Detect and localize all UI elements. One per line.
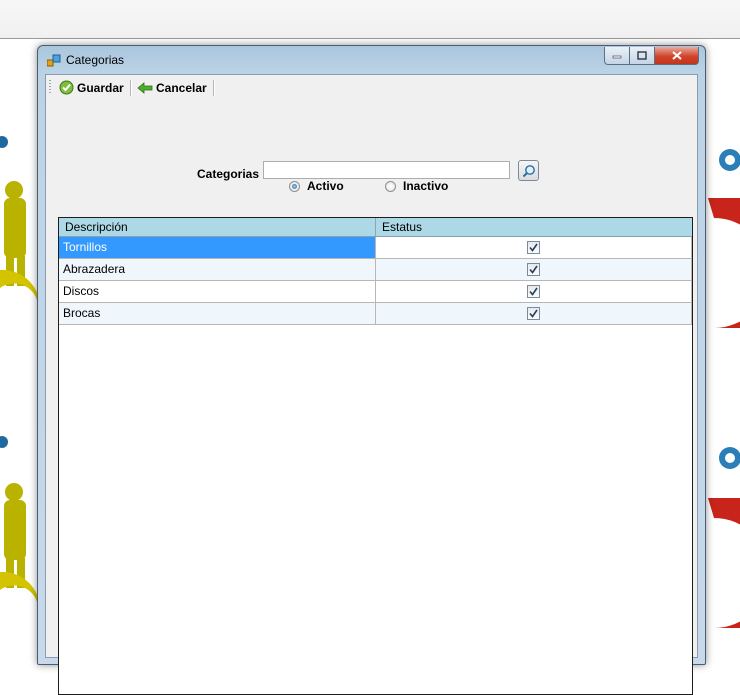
window-title: Categorias [66,53,125,67]
minimize-button[interactable] [604,47,630,65]
radio-activo-label: Activo [307,179,344,193]
estatus-checkbox[interactable] [527,307,540,320]
minimize-icon [612,55,622,58]
cancel-label: Cancelar [156,80,207,95]
search-button[interactable] [518,160,539,181]
title-bar[interactable]: Categorias [38,46,705,74]
radio-activo-dot[interactable] [289,180,300,192]
cell-descripcion[interactable]: Discos [59,281,376,303]
column-header-estatus[interactable]: Estatus [376,218,692,236]
save-button[interactable]: Guardar [59,78,124,97]
cell-estatus [376,259,692,281]
grid-header: Descripción Estatus [59,218,692,237]
close-button[interactable] [655,47,699,65]
host-app-top-bar [0,0,740,39]
cancel-button[interactable]: Cancelar [137,78,207,97]
categories-grid[interactable]: Descripción Estatus Tornillos Abrazadera [58,217,693,695]
table-row[interactable]: Brocas [59,303,692,325]
save-check-icon [59,80,74,95]
cell-descripcion[interactable]: Abrazadera [59,259,376,281]
estatus-checkbox[interactable] [527,263,540,276]
toolbar-separator [213,80,215,96]
cell-estatus [376,281,692,303]
table-row[interactable]: Abrazadera [59,259,692,281]
back-arrow-icon [137,81,153,94]
maximize-button[interactable] [630,47,655,65]
close-icon [671,51,682,60]
table-row[interactable]: Discos [59,281,692,303]
background-gears-right [708,149,740,628]
form-client-area: Guardar Cancelar Categorias Activo Inact… [45,74,698,695]
checkmark-icon [529,243,538,252]
categorias-window: Categorias Guardar Cancelar Categorias A… [37,45,706,695]
save-label: Guardar [77,80,124,95]
radio-inactivo-label: Inactivo [403,179,449,193]
toolbar: Guardar Cancelar [46,75,697,100]
toolbar-separator [130,80,132,96]
radio-activo[interactable]: Activo [289,179,344,193]
categorias-label: Categorias [197,167,260,181]
checkmark-icon [529,309,538,318]
background-gears-left [0,136,39,612]
cell-descripcion[interactable]: Brocas [59,303,376,325]
maximize-icon [637,51,647,60]
cell-estatus [376,303,692,325]
radio-inactivo[interactable]: Inactivo [385,179,448,193]
estatus-checkbox[interactable] [527,285,540,298]
radio-inactivo-dot[interactable] [385,180,396,192]
table-row[interactable]: Tornillos [59,237,692,259]
checkmark-icon [529,265,538,274]
checkmark-icon [529,287,538,296]
form-icon [47,54,61,67]
cell-descripcion[interactable]: Tornillos [59,237,376,259]
search-icon [522,164,535,177]
column-header-descripcion[interactable]: Descripción [59,218,376,236]
toolbar-grip[interactable] [49,80,51,95]
cell-estatus [376,237,692,259]
estatus-checkbox[interactable] [527,241,540,254]
categorias-search-input[interactable] [263,161,510,179]
